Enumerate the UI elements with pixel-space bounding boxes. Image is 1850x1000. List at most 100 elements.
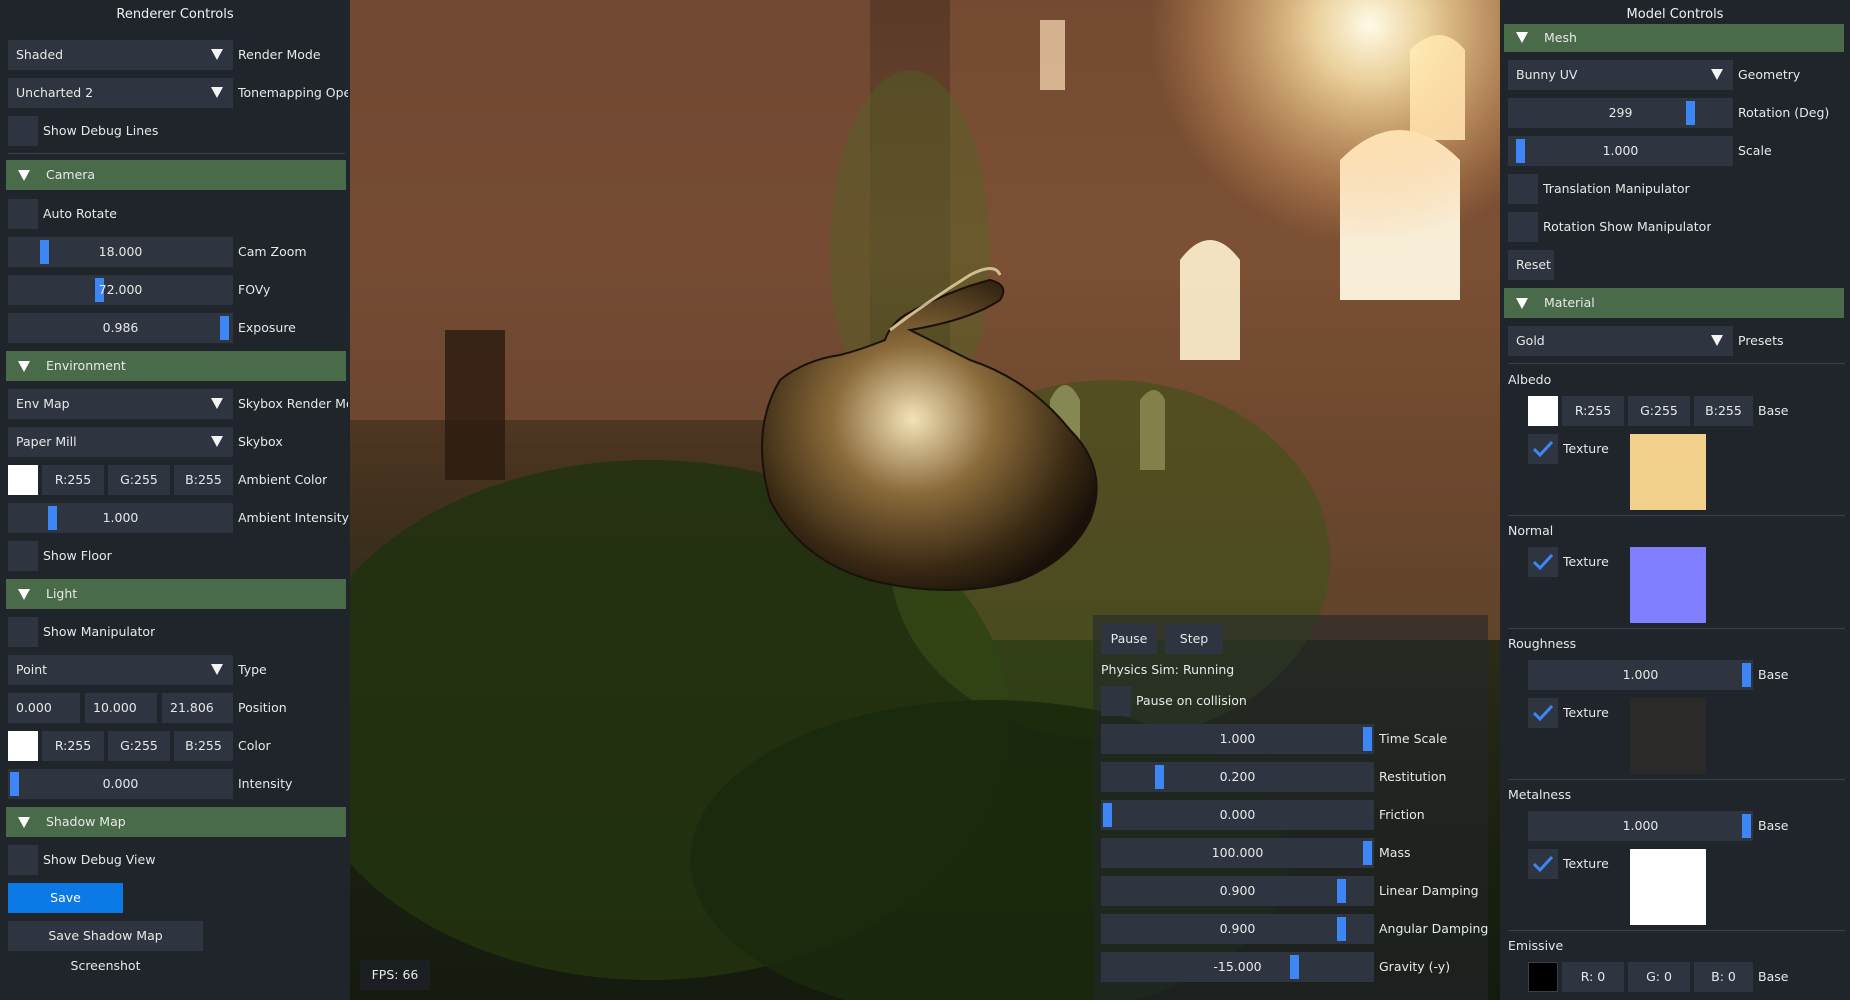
save-shadow-map-screenshot-button[interactable]: Save Shadow Map Screenshot [8, 921, 203, 973]
ambient-r-field[interactable]: R:255 [42, 465, 104, 495]
chevron-down-icon [211, 664, 223, 675]
scale-slider[interactable]: 1.000 [1508, 136, 1733, 166]
slider-grab[interactable] [48, 506, 58, 530]
slider-grab[interactable] [1742, 814, 1751, 838]
checkmark-icon [1532, 704, 1554, 722]
slider-grab[interactable] [1155, 765, 1164, 789]
albedo-g-field[interactable]: G:255 [1628, 396, 1690, 426]
slider-grab[interactable] [1337, 879, 1346, 903]
physics-slider[interactable]: 0.900 [1101, 914, 1374, 944]
shadow-map-section-header[interactable]: Shadow Map [6, 807, 346, 837]
ambient-b-field[interactable]: B:255 [174, 465, 233, 495]
render-mode-dropdown[interactable]: Shaded [8, 40, 233, 70]
roughness-title: Roughness [1508, 636, 1577, 651]
rotation-slider[interactable]: 299 [1508, 98, 1733, 128]
divider [1508, 930, 1845, 931]
checkmark-icon [1532, 440, 1554, 458]
show-debug-lines-checkbox[interactable] [8, 116, 38, 146]
show-floor-checkbox[interactable] [8, 541, 38, 571]
pause-on-collision-checkbox[interactable] [1101, 686, 1131, 716]
light-r-field[interactable]: R:255 [42, 731, 104, 761]
physics-slider[interactable]: 100.000 [1101, 838, 1374, 868]
environment-section-header[interactable]: Environment [6, 351, 346, 381]
collapse-triangle-icon [1516, 298, 1528, 309]
physics-slider-label: Time Scale [1379, 731, 1448, 746]
geometry-dropdown[interactable]: Bunny UV [1508, 60, 1733, 90]
emissive-color-swatch[interactable] [1528, 962, 1558, 992]
emissive-r-field[interactable]: R: 0 [1562, 962, 1624, 992]
presets-dropdown[interactable]: Gold [1508, 326, 1733, 356]
position-z-field[interactable]: 21.806 [162, 693, 233, 723]
light-g-field[interactable]: G:255 [108, 731, 170, 761]
position-x-field[interactable]: 0.000 [8, 693, 80, 723]
slider-grab[interactable] [10, 772, 19, 796]
slider-grab[interactable] [1516, 139, 1526, 163]
emissive-b-field[interactable]: B: 0 [1694, 962, 1753, 992]
tonemapping-dropdown[interactable]: Uncharted 2 [8, 78, 233, 108]
show-light-manipulator-label: Show Manipulator [43, 624, 156, 639]
show-light-manipulator-checkbox[interactable] [8, 617, 38, 647]
slider-grab[interactable] [1742, 663, 1751, 687]
translation-manipulator-checkbox[interactable] [1508, 174, 1538, 204]
skybox-label: Skybox [238, 434, 283, 449]
light-intensity-slider[interactable]: 0.000 [8, 769, 233, 799]
albedo-texture-preview[interactable] [1630, 434, 1706, 510]
fovy-slider[interactable]: 72.000 [8, 275, 233, 305]
light-type-dropdown[interactable]: Point [8, 655, 233, 685]
auto-rotate-checkbox[interactable] [8, 199, 38, 229]
physics-status: Physics Sim: Running [1101, 662, 1235, 677]
material-section-header[interactable]: Material [1504, 288, 1844, 318]
light-section-header[interactable]: Light [6, 579, 346, 609]
roughness-texture-checkbox[interactable] [1528, 698, 1558, 728]
slider-grab[interactable] [1103, 803, 1112, 827]
physics-slider[interactable]: 0.000 [1101, 800, 1374, 830]
light-color-swatch[interactable] [8, 731, 38, 761]
normal-texture-preview[interactable] [1630, 547, 1706, 623]
show-debug-view-checkbox[interactable] [8, 845, 38, 875]
scale-label: Scale [1738, 143, 1772, 158]
exposure-slider[interactable]: 0.986 [8, 313, 233, 343]
ambient-g-field[interactable]: G:255 [108, 465, 170, 495]
albedo-r-field[interactable]: R:255 [1562, 396, 1624, 426]
auto-rotate-label: Auto Rotate [43, 206, 117, 221]
rotation-manipulator-checkbox[interactable] [1508, 212, 1538, 242]
position-y-field[interactable]: 10.000 [85, 693, 157, 723]
albedo-b-field[interactable]: B:255 [1694, 396, 1753, 426]
slider-grab[interactable] [1337, 917, 1346, 941]
metalness-slider[interactable]: 1.000 [1528, 811, 1753, 841]
skybox-render-mode-dropdown[interactable]: Env Map [8, 389, 233, 419]
metalness-texture-preview[interactable] [1630, 849, 1706, 925]
ambient-intensity-slider[interactable]: 1.000 [8, 503, 233, 533]
camera-section-header[interactable]: Camera [6, 160, 346, 190]
physics-slider-label: Linear Damping [1379, 883, 1479, 898]
save-screenshot-button[interactable]: Save Screenshot [8, 883, 123, 935]
ambient-color-swatch[interactable] [8, 465, 38, 495]
roughness-texture-preview[interactable] [1630, 698, 1706, 774]
physics-slider[interactable]: 0.200 [1101, 762, 1374, 792]
slider-grab[interactable] [1290, 955, 1300, 979]
skybox-dropdown[interactable]: Paper Mill [8, 427, 233, 457]
show-debug-lines-label: Show Debug Lines [43, 123, 159, 138]
emissive-g-field[interactable]: G: 0 [1628, 962, 1690, 992]
physics-slider[interactable]: 0.900 [1101, 876, 1374, 906]
albedo-texture-checkbox[interactable] [1528, 434, 1558, 464]
reset-button[interactable]: Reset [1508, 250, 1554, 280]
slider-grab[interactable] [219, 316, 229, 340]
normal-texture-label: Texture [1563, 554, 1609, 569]
physics-slider[interactable]: -15.000 [1101, 952, 1374, 982]
physics-slider[interactable]: 1.000 [1101, 724, 1374, 754]
slider-grab[interactable] [1685, 101, 1695, 125]
pause-button[interactable]: Pause [1101, 624, 1157, 654]
light-b-field[interactable]: B:255 [174, 731, 233, 761]
slider-grab[interactable] [1363, 841, 1372, 865]
roughness-slider[interactable]: 1.000 [1528, 660, 1753, 690]
geometry-label: Geometry [1738, 67, 1801, 82]
slider-grab[interactable] [39, 240, 49, 264]
normal-texture-checkbox[interactable] [1528, 547, 1558, 577]
albedo-color-swatch[interactable] [1528, 396, 1558, 426]
mesh-section-header[interactable]: Mesh [1504, 24, 1844, 52]
slider-grab[interactable] [1363, 727, 1372, 751]
metalness-texture-checkbox[interactable] [1528, 849, 1558, 879]
step-button[interactable]: Step [1165, 624, 1223, 654]
cam-zoom-slider[interactable]: 18.000 [8, 237, 233, 267]
